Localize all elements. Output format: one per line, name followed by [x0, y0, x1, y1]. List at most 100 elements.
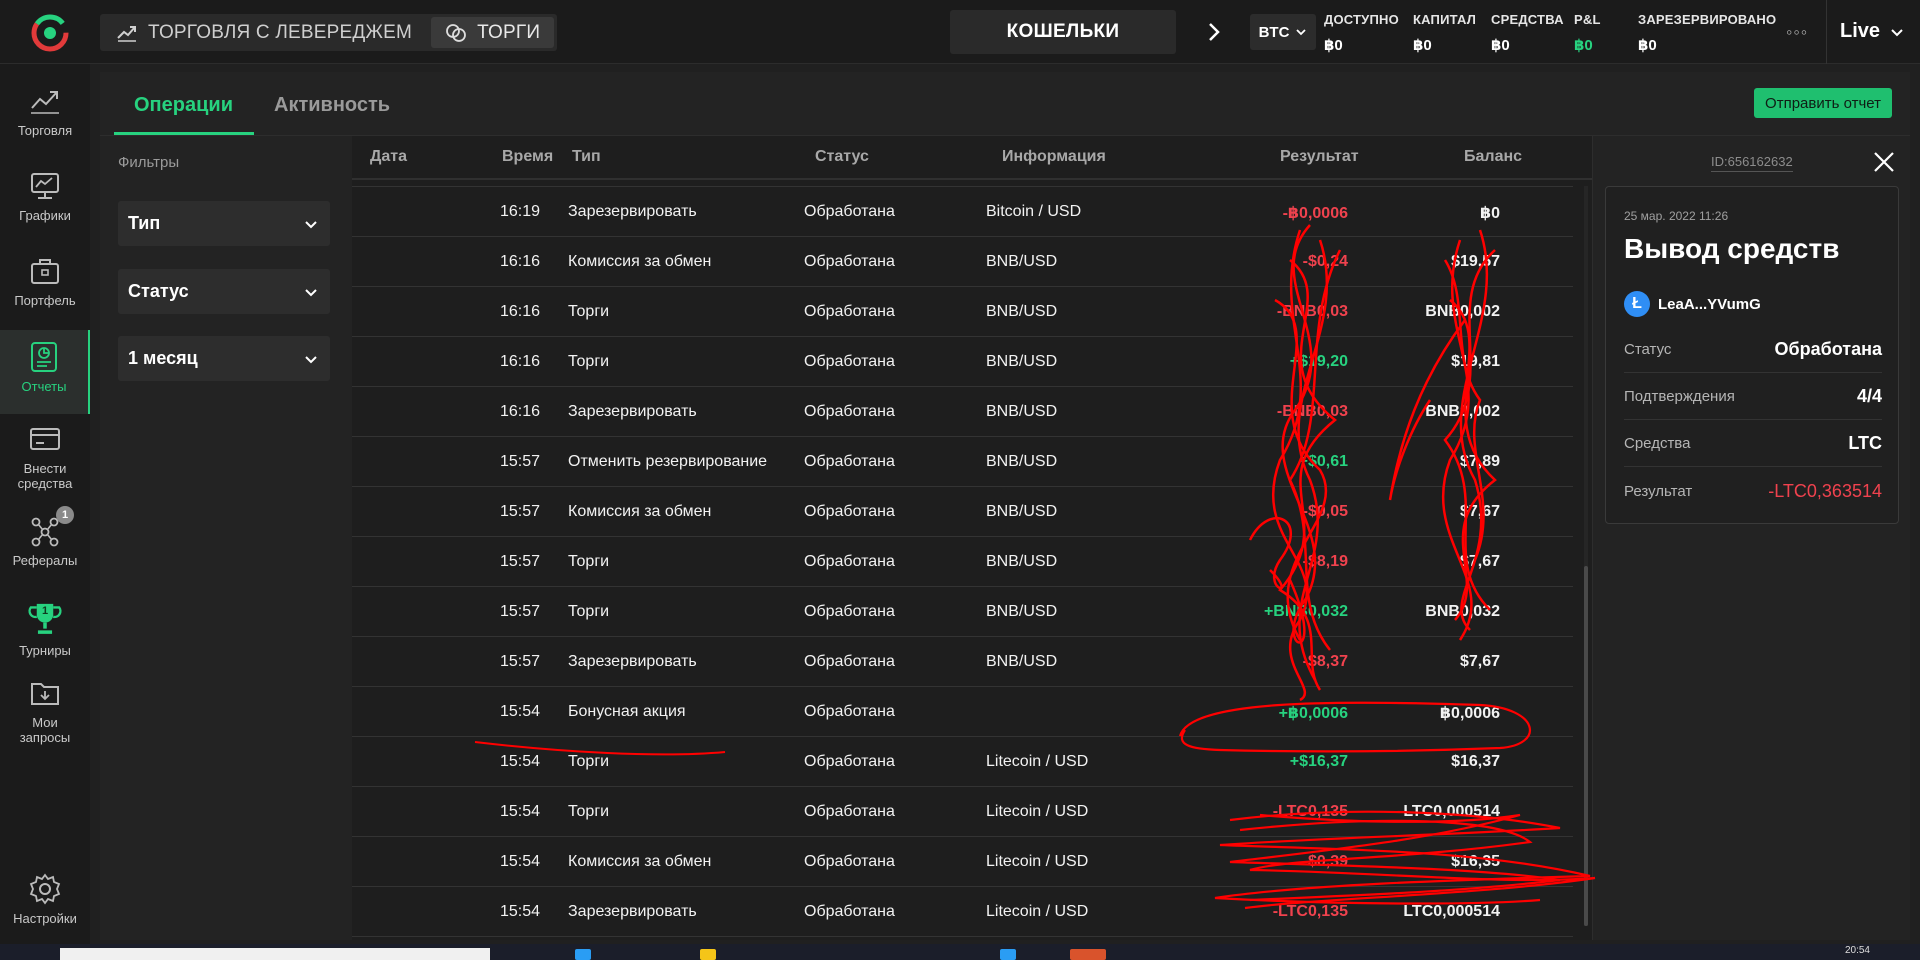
stat-reserved-label: ЗАРЕЗЕРВИРОВАНО: [1638, 12, 1777, 27]
cell-info: Litecoin / USD: [986, 853, 1089, 870]
send-report-button[interactable]: Отправить отчет: [1754, 88, 1892, 118]
cell-type: Торги: [568, 603, 610, 620]
table-row[interactable]: 15:54 Торги Обработана Litecoin / USD +$16,3…: [352, 737, 1573, 787]
detail-value: LTC: [1848, 433, 1882, 453]
stat-available-value: ฿0: [1324, 37, 1343, 54]
cell-type: Торги: [568, 353, 610, 370]
logo-icon[interactable]: [30, 14, 70, 52]
detail-row-result: Результат -LTC0,363514: [1624, 468, 1882, 514]
table-row[interactable]: 15:57 Торги Обработана BNB/USD -$8,19 $7,67: [352, 537, 1573, 587]
cell-time: 15:57: [500, 453, 541, 470]
wallet-address[interactable]: Ł LeaA...YVumG: [1624, 291, 1761, 317]
column-header-balance[interactable]: Баланс: [1464, 148, 1522, 166]
sidebar-item-deposit[interactable]: Внести средства: [0, 422, 90, 491]
sidebar-item-requests[interactable]: Мои запросы: [0, 676, 90, 745]
cell-balance: $7,67: [1459, 553, 1500, 570]
cell-time: 16:16: [500, 303, 541, 320]
cell-status: Обработана: [804, 803, 895, 820]
cell-type: Торги: [568, 553, 610, 570]
column-header-date[interactable]: Дата: [370, 148, 407, 166]
scrollbar-thumb[interactable]: [1584, 566, 1588, 926]
stat-reserved: ЗАРЕЗЕРВИРОВАНО ฿0: [1638, 12, 1776, 54]
sidebar-item-charts[interactable]: Графики: [0, 169, 90, 223]
wallets-button[interactable]: КОШЕЛЬКИ: [950, 10, 1176, 54]
table-row[interactable]: 16:16 Зарезервировать Обработана BNB/USD -BN…: [352, 387, 1573, 437]
tab-leverage-trading[interactable]: ТОРГОВЛЯ С ЛЕВЕРЕДЖЕМ: [100, 14, 428, 51]
taskbar-search-box[interactable]: [60, 948, 490, 960]
filter-period-dropdown[interactable]: 1 месяц: [118, 336, 330, 381]
sidebar-item-reports[interactable]: Отчеты: [0, 330, 90, 414]
main-content: Операции Активность Отправить отчет Филь…: [100, 72, 1910, 940]
table-row[interactable]: 15:57 Отменить резервирование Обработана BN…: [352, 437, 1573, 487]
filters-title: Фильтры: [118, 154, 180, 171]
column-header-result[interactable]: Результат: [1280, 148, 1359, 166]
table-row[interactable]: 16:19 Зарезервировать Обработана Bitcoin / …: [352, 187, 1573, 237]
taskbar-app-icon[interactable]: [700, 949, 716, 960]
stat-capital-value: ฿0: [1413, 37, 1432, 54]
cell-info: Litecoin / USD: [986, 753, 1089, 770]
column-header-info[interactable]: Информация: [1002, 148, 1106, 166]
tab-operations[interactable]: Операции: [134, 94, 233, 117]
more-icon[interactable]: ◦◦◦: [1786, 22, 1808, 43]
stat-reserved-value: ฿0: [1638, 37, 1657, 54]
table-row[interactable]: 15:54 Торги Обработана Litecoin / USD -LTC0,…: [352, 787, 1573, 837]
close-icon[interactable]: [1872, 150, 1896, 174]
cell-balance: LTC0,000514: [1403, 803, 1500, 820]
table-row[interactable]: 16:16 Торги Обработана BNB/USD +$19,20 $19,81: [352, 337, 1573, 387]
portfolio-icon: [31, 259, 59, 284]
filter-type-dropdown[interactable]: Тип: [118, 201, 330, 246]
page-tabs: Операции Активность Отправить отчет: [100, 72, 1910, 136]
table-row[interactable]: 15:57 Зарезервировать Обработана BNB/USD -$8…: [352, 637, 1573, 687]
table-row[interactable]: 15:54 Комиссия за обмен Обработана Litecoin…: [352, 837, 1573, 887]
taskbar-clock[interactable]: 20:54: [1845, 945, 1870, 956]
chevron-down-icon: [1296, 29, 1307, 36]
cell-status: Обработана: [804, 753, 895, 770]
cell-balance: ฿0: [1479, 205, 1500, 222]
cell-time: 15:54: [500, 703, 541, 720]
taskbar-app-icon[interactable]: [1000, 949, 1016, 960]
cell-time: 15:57: [500, 653, 541, 670]
cell-type: Комиссия за обмен: [568, 503, 712, 520]
taskbar-app-icon[interactable]: [575, 949, 591, 960]
cell-type: Торги: [568, 303, 610, 320]
cell-result: +$19,20: [1289, 353, 1348, 370]
cell-balance: $7,89: [1459, 453, 1500, 470]
sidebar-item-trading[interactable]: Торговля: [0, 84, 90, 138]
coin-select[interactable]: BTC: [1250, 14, 1316, 50]
sidebar-item-settings[interactable]: Настройки: [0, 872, 90, 926]
sidebar-item-portfolio[interactable]: Портфель: [0, 254, 90, 308]
table-row[interactable]: 15:57 Торги Обработана BNB/USD +BNB0,032 BNB0…: [352, 587, 1573, 637]
column-header-time[interactable]: Время: [502, 148, 553, 166]
sidebar-item-tournaments[interactable]: 1 Турниры: [0, 598, 90, 658]
tab-activity[interactable]: Активность: [274, 94, 390, 117]
table-row[interactable]: 16:16 Комиссия за обмен Обработана BNB/USD -…: [352, 237, 1573, 287]
sidebar-item-label: Внести средства: [17, 461, 73, 491]
sidebar-item-label: Мои запросы: [19, 715, 71, 745]
cell-time: 16:16: [500, 403, 541, 420]
sidebar-item-referrals[interactable]: Рефералы 1: [0, 506, 90, 568]
stat-available: ДОСТУПНО ฿0: [1324, 12, 1399, 54]
tab-spot-trading[interactable]: ТОРГИ: [431, 17, 555, 48]
cell-balance: $16,35: [1451, 853, 1500, 870]
cell-type: Отменить резервирование: [568, 453, 768, 470]
cell-type: Торги: [568, 803, 610, 820]
cell-type: Комиссия за обмен: [568, 853, 712, 870]
cell-result: +฿0,0006: [1278, 705, 1348, 722]
table-row[interactable]: 15:57 Комиссия за обмен Обработана BNB/USD -…: [352, 487, 1573, 537]
chart-line-icon: [117, 25, 136, 42]
transaction-id[interactable]: ID:656162632: [1711, 154, 1793, 172]
filter-status-dropdown[interactable]: Статус: [118, 269, 330, 314]
cell-status: Обработана: [804, 453, 895, 470]
table-row[interactable]: 15:54 Зарезервировать Обработана Litecoin /…: [352, 887, 1573, 937]
table-row[interactable]: 16:16 Торги Обработана BNB/USD -BNB0,03 BNB0,…: [352, 287, 1573, 337]
chevron-right-icon[interactable]: [1200, 18, 1228, 46]
column-header-type[interactable]: Тип: [572, 148, 601, 166]
live-mode-select[interactable]: Live: [1840, 20, 1904, 43]
sidebar-item-label: Портфель: [14, 293, 76, 308]
taskbar-app-icon[interactable]: [1070, 949, 1106, 960]
cell-time: 15:54: [500, 853, 541, 870]
coins-icon: [446, 23, 466, 42]
column-header-status[interactable]: Статус: [815, 148, 869, 166]
notification-badge: 1: [41, 605, 49, 617]
table-row[interactable]: 15:54 Бонусная акция Обработана +฿0,0006 ฿0,…: [352, 687, 1573, 737]
